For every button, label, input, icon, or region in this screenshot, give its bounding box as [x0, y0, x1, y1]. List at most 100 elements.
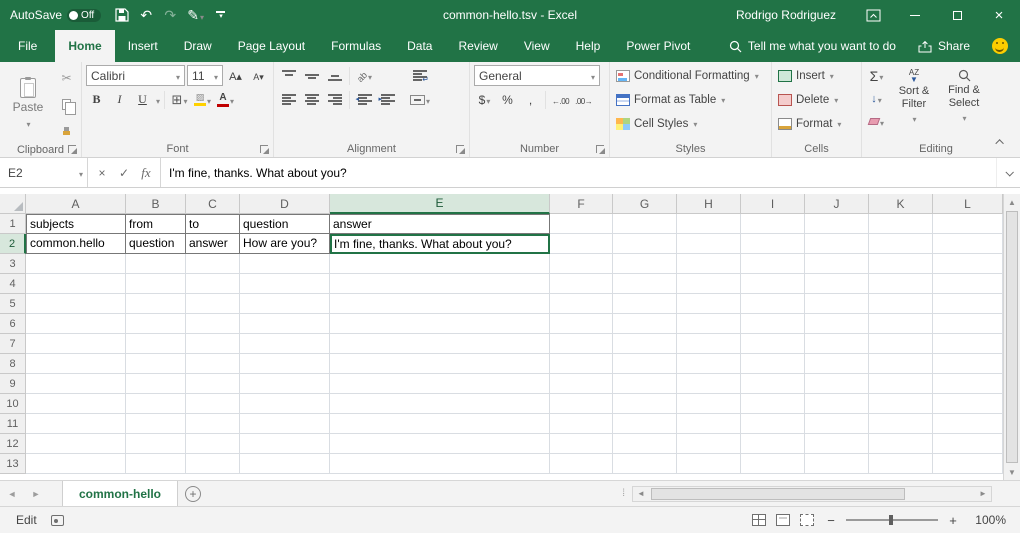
cell-A5[interactable]: [26, 294, 126, 314]
close-button[interactable]: ×: [978, 0, 1020, 30]
cell-J3[interactable]: [805, 254, 869, 274]
cell-E8[interactable]: [330, 354, 550, 374]
cell-L2[interactable]: [933, 234, 1003, 254]
font-size-select[interactable]: 11: [187, 65, 223, 86]
cell-H12[interactable]: [677, 434, 741, 454]
cell-B9[interactable]: [126, 374, 186, 394]
zoom-slider[interactable]: [846, 519, 938, 521]
cell-I12[interactable]: [741, 434, 805, 454]
cell-B7[interactable]: [126, 334, 186, 354]
orientation-button[interactable]: [354, 65, 375, 86]
cell-K5[interactable]: [869, 294, 933, 314]
name-box[interactable]: E2: [0, 158, 88, 187]
expand-formula-bar-button[interactable]: [996, 158, 1020, 187]
share-button[interactable]: Share: [918, 39, 970, 53]
cell-H8[interactable]: [677, 354, 741, 374]
merge-center-button[interactable]: [408, 89, 432, 110]
decrease-indent-button[interactable]: [354, 89, 375, 110]
column-header-F[interactable]: F: [550, 194, 613, 214]
cell-K9[interactable]: [869, 374, 933, 394]
cell-K11[interactable]: [869, 414, 933, 434]
cell-G10[interactable]: [613, 394, 677, 414]
cell-K13[interactable]: [869, 454, 933, 474]
cell-J1[interactable]: [805, 214, 869, 234]
cell-C1[interactable]: to: [186, 214, 240, 234]
column-header-H[interactable]: H: [677, 194, 741, 214]
align-left-button[interactable]: [278, 89, 299, 110]
ribbon-tab-view[interactable]: View: [511, 30, 563, 62]
autosum-button[interactable]: Σ: [866, 65, 887, 86]
row-header-2[interactable]: 2: [0, 234, 26, 254]
select-all-button[interactable]: [0, 194, 26, 214]
row-header-11[interactable]: 11: [0, 414, 26, 434]
cell-A11[interactable]: [26, 414, 126, 434]
scroll-right-icon[interactable]: ►: [975, 487, 991, 501]
cell-I1[interactable]: [741, 214, 805, 234]
cell-C9[interactable]: [186, 374, 240, 394]
cell-B10[interactable]: [126, 394, 186, 414]
chevron-down-icon[interactable]: [155, 91, 160, 109]
cell-C8[interactable]: [186, 354, 240, 374]
cell-L12[interactable]: [933, 434, 1003, 454]
cell-F4[interactable]: [550, 274, 613, 294]
align-top-button[interactable]: [278, 65, 299, 86]
sheet-nav-left-icon[interactable]: ◄: [0, 489, 24, 499]
cell-K4[interactable]: [869, 274, 933, 294]
cell-C11[interactable]: [186, 414, 240, 434]
cell-J5[interactable]: [805, 294, 869, 314]
align-middle-button[interactable]: [301, 65, 322, 86]
ribbon-tab-draw[interactable]: Draw: [171, 30, 225, 62]
currency-format-button[interactable]: $: [474, 89, 495, 110]
user-name[interactable]: Rodrigo Rodriguez: [736, 8, 836, 22]
cell-E10[interactable]: [330, 394, 550, 414]
cell-H9[interactable]: [677, 374, 741, 394]
row-header-4[interactable]: 4: [0, 274, 26, 294]
cell-E1[interactable]: answer: [330, 214, 550, 234]
cell-F2[interactable]: [550, 234, 613, 254]
cell-B11[interactable]: [126, 414, 186, 434]
cell-I13[interactable]: [741, 454, 805, 474]
conditional-formatting-button[interactable]: Conditional Formatting: [614, 65, 767, 86]
scroll-left-icon[interactable]: ◄: [633, 487, 649, 501]
ribbon-tab-file[interactable]: File: [0, 30, 55, 62]
collapse-ribbon-button[interactable]: [992, 135, 1010, 149]
cell-L9[interactable]: [933, 374, 1003, 394]
cell-D6[interactable]: [240, 314, 330, 334]
cell-H4[interactable]: [677, 274, 741, 294]
font-dialog-launcher[interactable]: [260, 145, 268, 153]
cell-C5[interactable]: [186, 294, 240, 314]
cell-D4[interactable]: [240, 274, 330, 294]
paste-button[interactable]: Paste: [4, 65, 52, 142]
row-header-6[interactable]: 6: [0, 314, 26, 334]
column-header-L[interactable]: L: [933, 194, 1003, 214]
column-header-B[interactable]: B: [126, 194, 186, 214]
cell-C6[interactable]: [186, 314, 240, 334]
cell-A7[interactable]: [26, 334, 126, 354]
cell-D9[interactable]: [240, 374, 330, 394]
fill-button[interactable]: ↓: [866, 88, 887, 109]
cell-E5[interactable]: [330, 294, 550, 314]
cell-F5[interactable]: [550, 294, 613, 314]
format-painter-button[interactable]: [56, 121, 77, 142]
zoom-in-button[interactable]: +: [946, 513, 960, 528]
cell-G12[interactable]: [613, 434, 677, 454]
column-header-G[interactable]: G: [613, 194, 677, 214]
cell-I9[interactable]: [741, 374, 805, 394]
cell-I2[interactable]: [741, 234, 805, 254]
cell-K7[interactable]: [869, 334, 933, 354]
insert-cells-button[interactable]: Insert: [776, 65, 857, 86]
cell-L3[interactable]: [933, 254, 1003, 274]
cell-styles-button[interactable]: Cell Styles: [614, 113, 767, 134]
cell-H11[interactable]: [677, 414, 741, 434]
cell-G5[interactable]: [613, 294, 677, 314]
delete-cells-button[interactable]: Delete: [776, 89, 857, 110]
ribbon-tab-formulas[interactable]: Formulas: [318, 30, 394, 62]
cell-H10[interactable]: [677, 394, 741, 414]
column-header-D[interactable]: D: [240, 194, 330, 214]
ribbon-display-options-button[interactable]: [852, 0, 894, 30]
vertical-scrollbar[interactable]: ▲ ▼: [1003, 194, 1020, 480]
cell-B13[interactable]: [126, 454, 186, 474]
align-right-button[interactable]: [324, 89, 345, 110]
cell-J10[interactable]: [805, 394, 869, 414]
zoom-slider-thumb[interactable]: [889, 515, 893, 525]
